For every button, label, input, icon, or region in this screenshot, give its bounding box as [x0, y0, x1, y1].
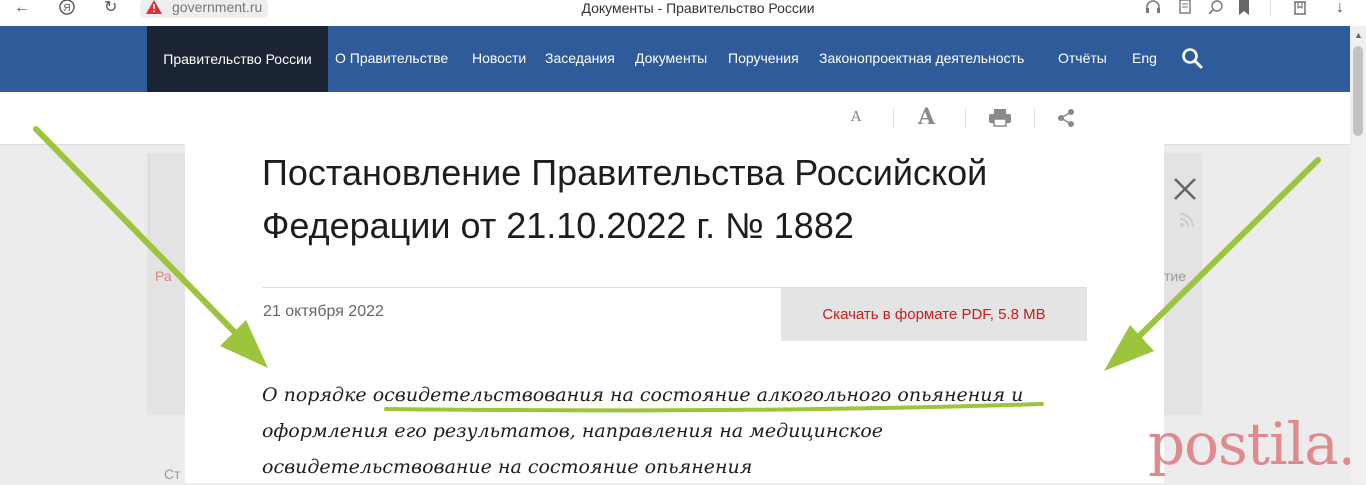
page-scrollbar[interactable]: ▲: [1350, 26, 1366, 483]
download-pdf-button[interactable]: Скачать в формате PDF, 5.8 MB: [781, 288, 1087, 341]
document-title: Постановление Правительства Российской Ф…: [262, 152, 988, 246]
bookmark-icon[interactable]: [1238, 0, 1250, 18]
collections-icon[interactable]: [1292, 0, 1308, 18]
background-link[interactable]: Ра: [155, 268, 172, 284]
print-icon[interactable]: [989, 109, 1011, 127]
zoom-icon[interactable]: [1208, 0, 1224, 18]
watermark: postila.ru: [1148, 410, 1366, 478]
site-navbar: Правительство России О Правительстве Нов…: [0, 26, 1350, 92]
divider: [893, 106, 894, 128]
headphones-icon[interactable]: [1145, 0, 1161, 18]
search-icon[interactable]: [1181, 47, 1203, 69]
share-icon[interactable]: [1057, 109, 1075, 127]
document-description: О порядке освидетельствования на состоян…: [262, 384, 1024, 478]
close-icon[interactable]: [1172, 176, 1198, 202]
document-date: 21 октября 2022: [263, 303, 384, 320]
download-icon[interactable]: ↓: [1336, 0, 1344, 18]
nav-item-about[interactable]: О Правительстве: [335, 26, 448, 92]
font-large-icon[interactable]: A: [918, 104, 935, 130]
reader-icon[interactable]: [1178, 0, 1192, 18]
nav-item-english[interactable]: Eng: [1132, 26, 1157, 92]
nav-item-documents[interactable]: Документы: [635, 26, 707, 92]
tab-title: Документы - Правительство России: [581, 0, 815, 16]
divider: [148, 153, 150, 238]
nav-item-reports[interactable]: Отчёты: [1058, 26, 1107, 92]
nav-item-orders[interactable]: Поручения: [728, 26, 799, 92]
background-text: Ст: [164, 466, 181, 482]
font-small-icon[interactable]: A: [851, 109, 861, 125]
nav-item-meetings[interactable]: Заседания: [545, 26, 615, 92]
divider: [1270, 0, 1271, 16]
nav-brand[interactable]: Правительство России: [147, 26, 328, 92]
rss-icon[interactable]: [1180, 213, 1194, 227]
divider: [1034, 106, 1035, 128]
document-toolbar: A A: [0, 92, 1350, 145]
scroll-thumb[interactable]: [1353, 46, 1363, 136]
browser-toolbar: ← Я ↻ government.ru Документы - Правител…: [0, 0, 1366, 26]
nav-item-news[interactable]: Новости: [472, 26, 526, 92]
background-text: тие: [1164, 268, 1187, 284]
scroll-up-icon[interactable]: ▲: [1354, 30, 1363, 40]
divider: [965, 106, 966, 128]
nav-item-legislation[interactable]: Законопроектная деятельность: [819, 26, 1024, 92]
